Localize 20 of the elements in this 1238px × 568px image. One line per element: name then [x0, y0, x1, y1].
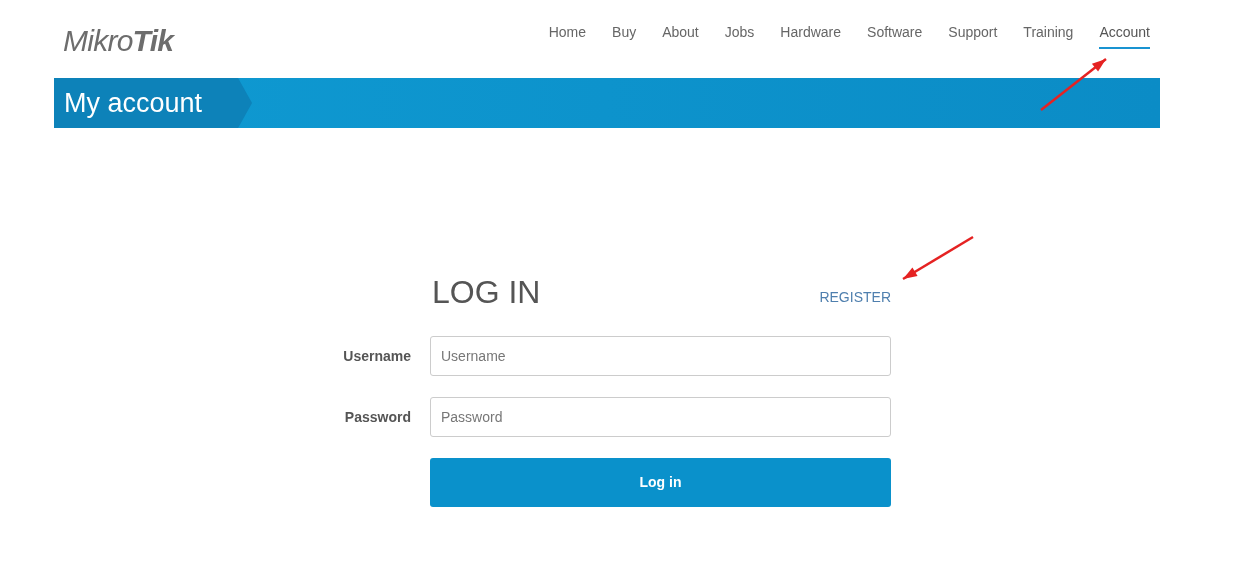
nav-link[interactable]: Support: [948, 22, 998, 49]
nav-link[interactable]: Account: [1099, 22, 1150, 49]
nav-link[interactable]: Buy: [612, 22, 637, 49]
logo[interactable]: MikroTik: [63, 26, 174, 56]
register-link[interactable]: REGISTER: [819, 287, 891, 308]
field-label: Username: [342, 346, 411, 366]
field-label: Password: [343, 407, 411, 427]
input-field[interactable]: Username: [430, 336, 891, 376]
page-title: My account: [64, 86, 203, 120]
input-field[interactable]: Password: [430, 397, 891, 437]
nav-link[interactable]: Jobs: [724, 22, 755, 49]
nav-link[interactable]: Training: [1023, 22, 1074, 49]
nav-link[interactable]: Software: [867, 22, 923, 49]
nav-link[interactable]: About: [662, 22, 699, 49]
login-heading: LOG IN: [432, 276, 541, 308]
nav-link[interactable]: Hardware: [780, 22, 842, 49]
nav-link[interactable]: Home: [548, 22, 587, 49]
annotation-arrow: [1040, 58, 1107, 111]
login-button[interactable]: Log in: [430, 458, 891, 507]
annotation-arrow: [902, 235, 974, 281]
